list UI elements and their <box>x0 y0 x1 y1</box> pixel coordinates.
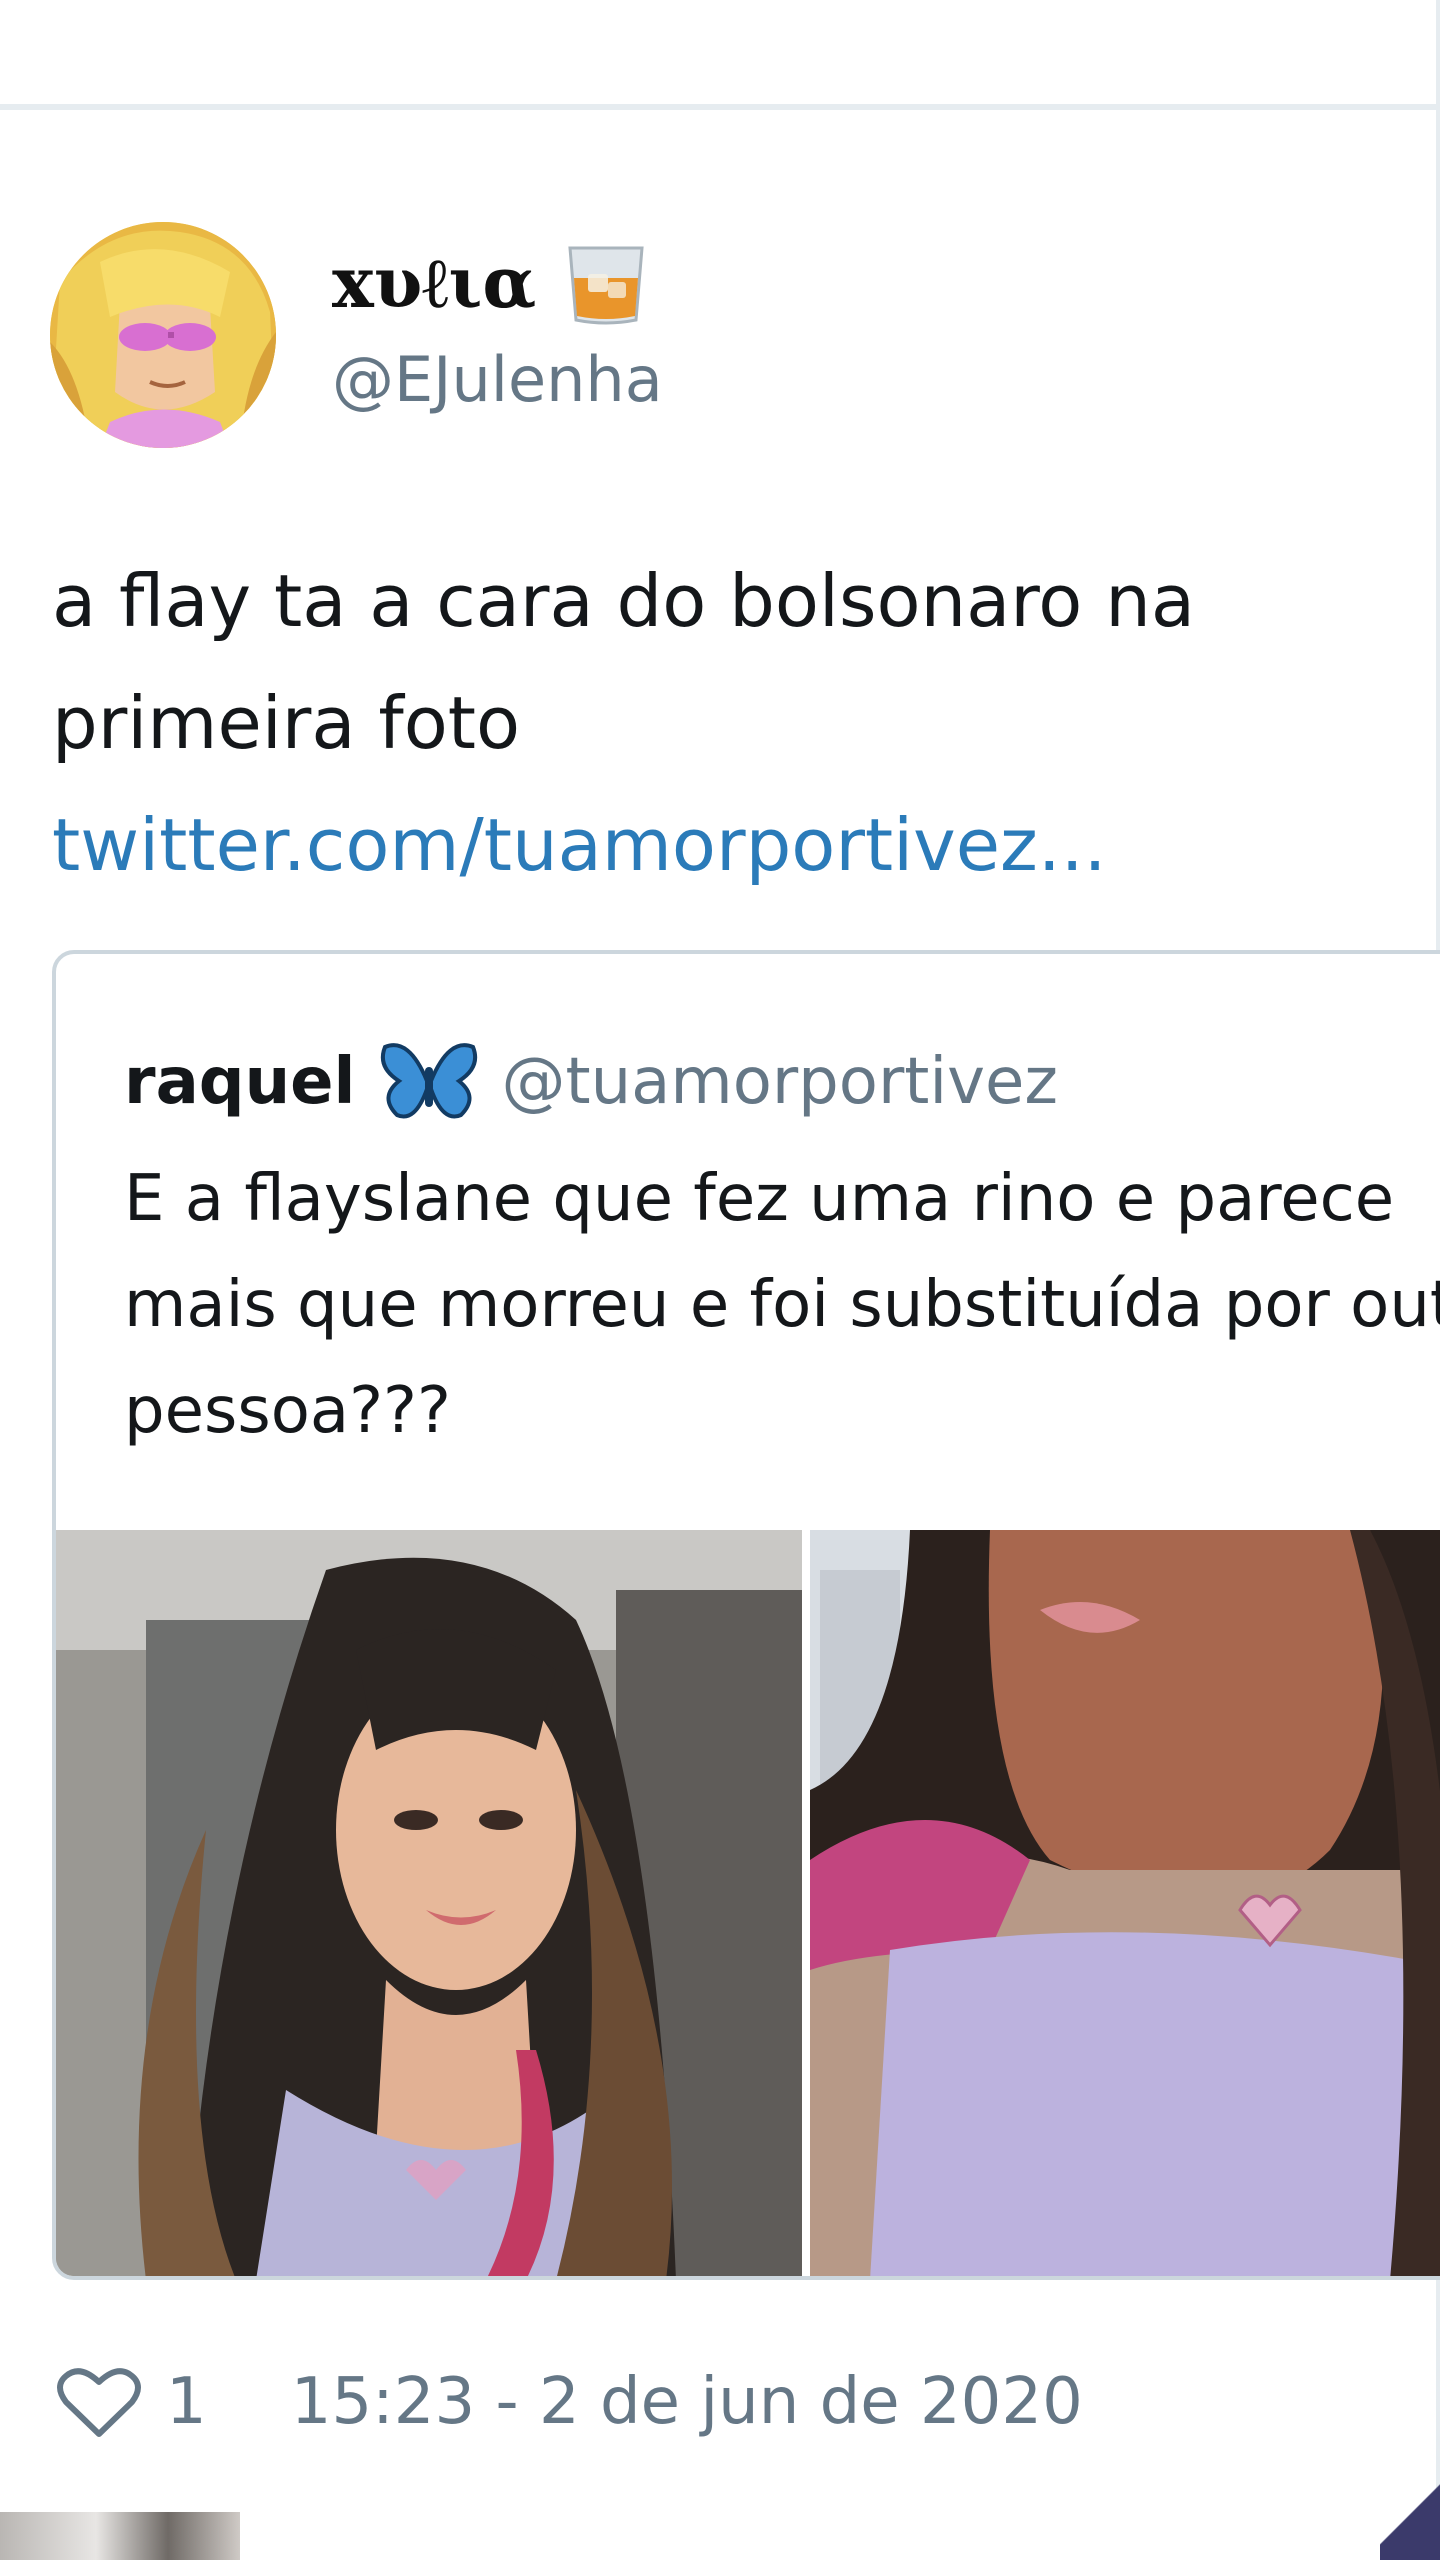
avatar[interactable] <box>50 222 276 448</box>
quoted-tweet-card[interactable]: raquel @tuamorportivez E a flayslane que… <box>52 950 1440 2280</box>
quoted-tweet-text: E a flayslane que fez uma rino e parece … <box>124 1162 1440 1448</box>
next-item-thumbnail[interactable] <box>0 2512 240 2560</box>
heart-icon[interactable] <box>56 2364 142 2440</box>
tweet-link[interactable]: twitter.com/tuamorportivez... <box>52 784 1382 906</box>
media-photo-1[interactable] <box>56 1530 802 2276</box>
blue-butterfly-icon <box>379 1037 479 1127</box>
tweet-footer: 1 15:23 - 2 de jun de 2020 <box>56 2354 1083 2450</box>
avatar-image <box>50 222 276 448</box>
tweet-timestamp: 15:23 - 2 de jun de 2020 <box>290 2365 1083 2439</box>
quoted-display-name: raquel <box>124 1045 356 1119</box>
corner-decoration <box>1380 2450 1440 2560</box>
whiskey-glass-icon <box>564 240 648 326</box>
author-handle[interactable]: @EJulenha <box>332 340 663 420</box>
display-name-text: xυℓια <box>332 241 537 324</box>
quoted-handle: @tuamorportivez <box>501 1045 1058 1119</box>
top-bar <box>0 0 1440 108</box>
top-divider <box>0 104 1440 110</box>
display-name[interactable]: xυℓια <box>332 238 648 328</box>
like-count[interactable]: 1 <box>166 2365 207 2439</box>
tweet-detail-screen: xυℓια @EJulenha a flay ta a cara do bols… <box>0 0 1440 2560</box>
media-photo-2[interactable] <box>810 1530 1440 2276</box>
tweet-text: a flay ta a cara do bolsonaro na primeir… <box>52 540 1382 906</box>
tweet-body: a flay ta a cara do bolsonaro na primeir… <box>52 559 1195 765</box>
quoted-media-grid <box>56 1530 1440 2276</box>
quoted-tweet-header: raquel @tuamorportivez <box>124 1032 1058 1132</box>
